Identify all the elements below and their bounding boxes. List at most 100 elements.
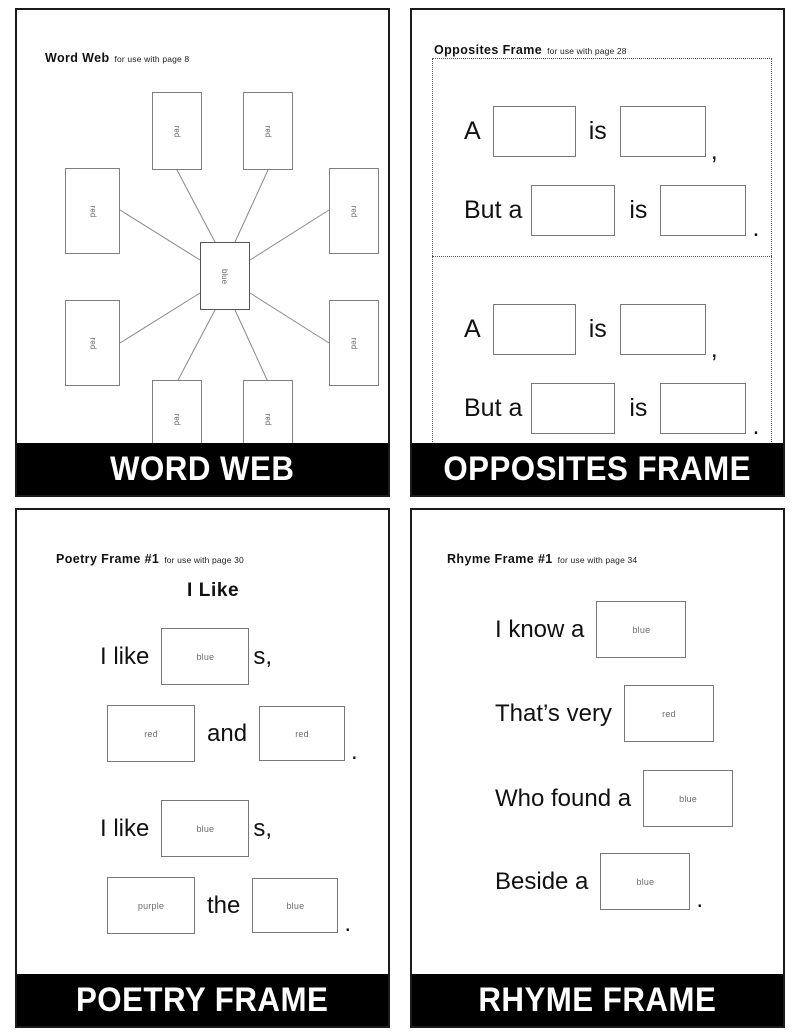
rhyme-frame-heading: Rhyme Frame #1 for use with page 34: [447, 551, 637, 567]
opposites-frame-title: Opposites Frame: [434, 43, 543, 57]
opposites-line-prefix: A: [464, 116, 481, 145]
poetry-line-1: I like blue s,: [100, 628, 272, 685]
opposites-line-prefix: But a: [464, 393, 523, 422]
opposites-frame-banner: OPPOSITES FRAME: [412, 443, 783, 495]
poetry-word-box-label: blue: [286, 900, 305, 911]
opposites-blank-box[interactable]: [531, 382, 616, 434]
opposites-line-middle: is: [629, 195, 648, 224]
opposites-blank-box[interactable]: [660, 382, 747, 434]
opposites-blank-box[interactable]: [531, 184, 616, 236]
poetry-line-prefix: I like: [100, 642, 150, 670]
panel-poetry-frame[interactable]: Poetry Frame #1 for use with page 30 I Li…: [15, 508, 390, 1028]
word-web-node-label: red: [172, 125, 182, 137]
poetry-line-suffix: s,: [253, 642, 273, 670]
poetry-line-middle: and: [207, 719, 248, 747]
opposites-blank-box[interactable]: [619, 105, 706, 157]
poetry-frame-body: Poetry Frame #1 for use with page 30 I Li…: [17, 510, 388, 1026]
poetry-word-box[interactable]: blue: [252, 878, 339, 933]
poetry-word-box-label: red: [144, 728, 158, 739]
opposites-line-prefix: But a: [464, 195, 523, 224]
word-web-node-label: red: [349, 205, 359, 217]
opposites-blank-box[interactable]: [619, 303, 706, 355]
rhyme-line-prefix: Beside a: [495, 867, 589, 895]
poetry-word-box[interactable]: blue: [161, 628, 250, 685]
word-web-center-label: blue: [220, 268, 230, 284]
opposites-line-prefix: A: [464, 314, 481, 343]
opposites-line-1: A is ,: [464, 102, 718, 164]
rhyme-line-prefix: I know a: [495, 615, 585, 643]
poetry-line-4: purple the blue .: [107, 877, 352, 937]
opposites-line-2: But a is .: [464, 181, 760, 242]
word-web-banner-text: WORD WEB: [110, 450, 295, 488]
rhyme-line-suffix: .: [696, 886, 704, 913]
poetry-word-box-label: blue: [196, 651, 215, 662]
rhyme-line-prefix: That’s very: [495, 699, 612, 727]
poetry-line-suffix: s,: [253, 814, 273, 842]
rhyme-word-box-label: red: [662, 708, 676, 719]
rhyme-line-prefix: Who found a: [495, 784, 632, 812]
opposites-line-4: But a is .: [464, 379, 760, 440]
opposites-line-suffix: .: [752, 412, 760, 440]
poetry-line-2: red and red .: [107, 705, 358, 765]
word-web-node-label: red: [349, 337, 359, 349]
poetry-poem-title: I Like: [187, 580, 240, 601]
rhyme-word-box[interactable]: blue: [596, 601, 687, 658]
poetry-word-box[interactable]: blue: [161, 800, 250, 857]
poetry-word-box[interactable]: red: [259, 706, 346, 761]
rhyme-word-box-label: blue: [636, 876, 655, 887]
poetry-frame-subtitle: for use with page 30: [164, 555, 244, 565]
poetry-frame-title: Poetry Frame #1: [56, 552, 160, 566]
word-web-node-label: red: [263, 125, 273, 137]
opposites-blank-box[interactable]: [492, 303, 576, 355]
rhyme-frame-subtitle: for use with page 34: [557, 555, 638, 565]
word-web-node-right-upper[interactable]: red: [329, 168, 379, 254]
poetry-line-suffix: .: [344, 910, 352, 937]
panel-rhyme-frame[interactable]: Rhyme Frame #1 for use with page 34 I kno…: [410, 508, 785, 1028]
rhyme-line-2: That’s very red: [495, 685, 719, 742]
poetry-line-suffix: .: [351, 738, 358, 765]
rhyme-word-box[interactable]: blue: [600, 853, 691, 910]
rhyme-frame-title: Rhyme Frame #1: [447, 552, 553, 566]
word-web-center-node[interactable]: blue: [200, 242, 250, 310]
opposites-frame-banner-text: OPPOSITES FRAME: [443, 450, 752, 488]
opposites-line-suffix: ,: [710, 335, 718, 363]
word-web-node-label: red: [263, 413, 273, 425]
poetry-line-prefix: I like: [100, 814, 150, 842]
panel-word-web[interactable]: Word Web for use with page 8 blue red re…: [15, 8, 390, 497]
poetry-word-box[interactable]: purple: [107, 877, 195, 934]
opposites-line-middle: is: [588, 314, 607, 343]
poetry-word-box-label: purple: [137, 900, 165, 911]
word-web-body: Word Web for use with page 8 blue red re…: [17, 10, 388, 495]
opposites-frame-body: Opposites Frame for use with page 28 A is…: [412, 10, 783, 495]
opposites-blank-box[interactable]: [660, 184, 747, 236]
word-web-banner: WORD WEB: [17, 443, 388, 495]
rhyme-word-box[interactable]: blue: [643, 770, 734, 827]
rhyme-line-1: I know a blue: [495, 601, 691, 658]
opposites-line-middle: is: [588, 116, 607, 145]
word-web-node-right-lower[interactable]: red: [329, 300, 379, 386]
opposites-section-divider: [432, 256, 772, 257]
rhyme-frame-banner: RHYME FRAME: [412, 974, 783, 1026]
poetry-word-box-label: red: [295, 728, 309, 739]
word-web-node-top-right[interactable]: red: [243, 92, 293, 170]
word-web-node-top-left[interactable]: red: [152, 92, 202, 170]
rhyme-frame-body: Rhyme Frame #1 for use with page 34 I kno…: [412, 510, 783, 1026]
opposites-line-middle: is: [629, 393, 648, 422]
word-web-node-left-lower[interactable]: red: [65, 300, 120, 386]
panel-opposites-frame[interactable]: Opposites Frame for use with page 28 A is…: [410, 8, 785, 497]
word-web-node-label: red: [172, 413, 182, 425]
worksheet-sheet: Word Web for use with page 8 blue red re…: [0, 0, 800, 1036]
poetry-frame-banner: POETRY FRAME: [17, 974, 388, 1026]
word-web-node-left-upper[interactable]: red: [65, 168, 120, 254]
word-web-diagram: blue red red red red red red red red: [17, 10, 388, 495]
poetry-frame-banner-text: POETRY FRAME: [76, 981, 329, 1019]
opposites-blank-box[interactable]: [492, 105, 576, 157]
rhyme-word-box[interactable]: red: [623, 685, 714, 742]
opposites-line-suffix: ,: [710, 137, 718, 165]
opposites-line-suffix: .: [752, 214, 760, 242]
rhyme-frame-banner-text: RHYME FRAME: [478, 981, 717, 1019]
poetry-word-box[interactable]: red: [107, 705, 195, 762]
poetry-line-3: I like blue s,: [100, 800, 272, 857]
poetry-frame-heading: Poetry Frame #1 for use with page 30: [56, 551, 244, 567]
word-web-node-label: red: [88, 337, 97, 349]
